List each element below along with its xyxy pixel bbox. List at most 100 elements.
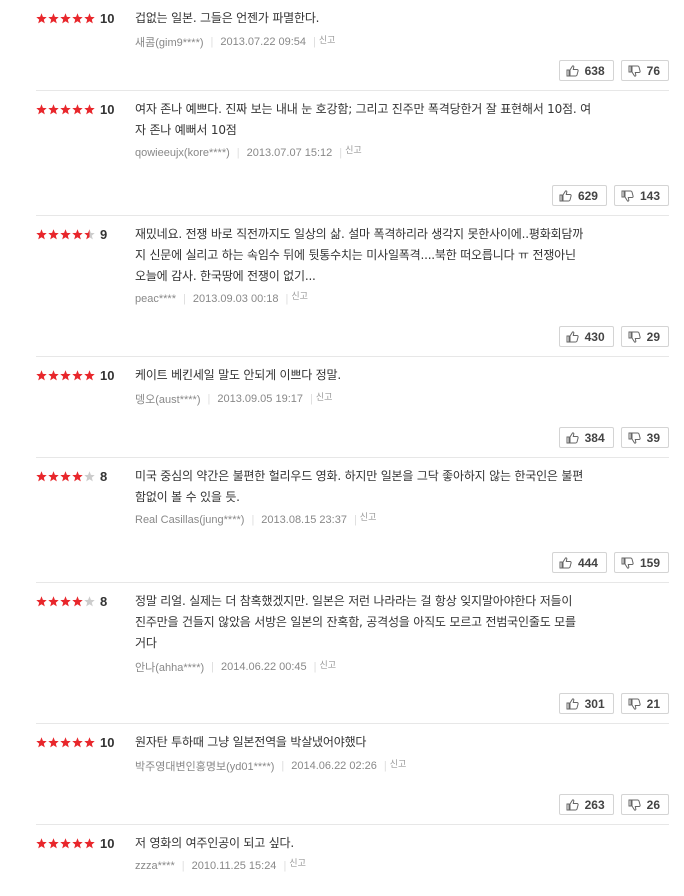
divider: | [339, 146, 343, 159]
review-text: 여자 존나 예쁘다. 진짜 보는 내내 눈 호강함; 그리고 진주만 폭격당한거… [135, 99, 635, 141]
review-text: 저 영화의 여주인공이 되고 싶다. [135, 833, 635, 854]
report-link[interactable]: 신고 [289, 856, 306, 869]
dislike-button[interactable]: 143 [613, 185, 669, 206]
like-button[interactable]: 430 [558, 326, 614, 347]
thumbs-up-icon [566, 798, 585, 811]
dislike-button[interactable]: 21 [620, 693, 669, 714]
star-filled-icon [36, 369, 47, 381]
like-button[interactable]: 444 [551, 552, 607, 573]
author-name[interactable]: qowieeujx(kore****) [135, 147, 230, 159]
dislike-button[interactable]: 26 [620, 794, 669, 815]
review-item: 10 원자탄 투하때 그냥 일본전역을 박살냈어야했다 박주영대변인홍명보(yd01… [36, 724, 669, 825]
thumbs-down-icon [628, 698, 647, 710]
star-rating [36, 369, 95, 381]
star-filled-icon [84, 369, 95, 381]
rating-score: 8 [100, 468, 108, 484]
star-filled-icon [72, 736, 83, 748]
rating-score: 10 [100, 101, 115, 117]
review-text: 미국 중심의 약간은 불편한 헐리우드 영화. 하지만 일본을 그닥 좋아하지 … [135, 466, 635, 508]
review-text: 겁없는 일본. 그들은 언젠가 파멸한다. [135, 8, 635, 29]
rating: 8 [36, 593, 107, 609]
review-item: 8 정말 리얼. 실제는 더 참혹했겠지만. 일본은 저런 나라라는 걸 항상 잊… [36, 583, 669, 724]
like-button[interactable]: 629 [551, 185, 607, 206]
report-link[interactable]: 신고 [319, 33, 336, 46]
report-link[interactable]: 신고 [390, 757, 407, 770]
divider: | [313, 36, 316, 48]
author-name[interactable]: Real Casillas(jung****) [135, 514, 244, 526]
author-name[interactable]: 뎅오(aust****) [135, 391, 200, 407]
review-meta: 안나(ahha****) | 2014.06.22 00:45 | 신고 [135, 659, 336, 675]
review-date: 2013.07.07 15:12 [246, 146, 333, 159]
divider: | [207, 393, 211, 405]
author-name[interactable]: 박주영대변인홍명보(yd01****) [135, 758, 274, 774]
report-link[interactable]: 신고 [320, 658, 337, 671]
thumbs-down-icon [628, 799, 647, 811]
author-name[interactable]: 안나(ahha****) [135, 659, 204, 675]
star-filled-icon [84, 837, 95, 849]
thumbs-down-icon [628, 432, 647, 444]
review-text-line: 거다 [135, 636, 157, 650]
star-filled-icon [36, 470, 47, 482]
dislike-button[interactable]: 159 [613, 552, 669, 573]
review-date: 2013.09.03 00:18 [192, 292, 279, 305]
thumbs-up-icon [566, 431, 585, 444]
star-filled-icon [60, 837, 71, 849]
divider: | [353, 513, 357, 526]
star-filled-icon [84, 12, 95, 24]
star-filled-icon [36, 736, 47, 748]
review-text-line: 겁없는 일본. 그들은 언젠가 파멸한다. [135, 11, 320, 25]
report-link[interactable]: 신고 [291, 289, 308, 302]
dislike-button[interactable]: 76 [620, 60, 669, 81]
report-link[interactable]: 신고 [345, 143, 362, 156]
review-meta: peac**** | 2013.09.03 00:18 | 신고 [135, 289, 308, 305]
review-date: 2014.06.22 02:26 [291, 760, 377, 772]
author-name[interactable]: zzza**** [135, 860, 175, 872]
review-item: 10 겁없는 일본. 그들은 언젠가 파멸한다. 새콤(gim9****) | 2013… [36, 0, 669, 91]
divider: | [313, 661, 317, 673]
review-meta: 뎅오(aust****) | 2013.09.05 19:17 | 신고 [135, 391, 332, 407]
star-filled-icon [60, 736, 71, 748]
rating-score: 10 [100, 367, 115, 383]
star-filled-icon [72, 369, 83, 381]
dislike-button[interactable]: 39 [620, 427, 669, 448]
review-text-line: 정말 리얼. 실제는 더 참혹했겠지만. 일본은 저런 나라라는 걸 항상 잊지… [135, 594, 573, 608]
thumbs-down-icon [621, 557, 640, 569]
star-filled-icon [60, 470, 71, 482]
like-button[interactable]: 384 [558, 427, 614, 448]
report-link[interactable]: 신고 [360, 510, 377, 523]
star-filled-icon [60, 595, 71, 607]
thumbs-down-icon [621, 190, 640, 202]
rating-score: 10 [100, 734, 115, 750]
review-text-line: 자 존나 예뻐서 10점 [135, 123, 237, 137]
like-count: 638 [584, 63, 605, 78]
star-filled-icon [48, 12, 59, 24]
star-filled-icon [72, 228, 83, 240]
like-count: 301 [584, 696, 605, 711]
thumbs-up-icon [559, 189, 578, 202]
star-filled-icon [60, 103, 71, 115]
author-name[interactable]: 새콤(gim9****) [135, 34, 204, 50]
dislike-button[interactable]: 29 [620, 326, 669, 347]
star-filled-icon [60, 369, 71, 381]
review-date: 2013.08.15 23:37 [261, 513, 347, 526]
like-button[interactable]: 638 [558, 60, 614, 81]
star-filled-icon [84, 736, 95, 748]
thumbs-down-icon [628, 65, 647, 77]
star-filled-icon [48, 736, 59, 748]
dislike-count: 26 [646, 797, 660, 812]
divider: | [383, 760, 387, 772]
like-button[interactable]: 301 [558, 693, 614, 714]
like-button[interactable]: 263 [558, 794, 614, 815]
thumbs-up-icon [566, 64, 585, 77]
report-link[interactable]: 신고 [316, 390, 333, 403]
rating-score: 9 [100, 226, 108, 242]
review-text-line: 미국 중심의 약간은 불편한 헐리우드 영화. 하지만 일본을 그닥 좋아하지 … [135, 469, 584, 483]
review-meta: 새콤(gim9****) | 2013.07.22 09:54 | 신고 [135, 34, 335, 50]
review-text-line: 함없이 볼 수 있을 듯. [135, 490, 240, 504]
rating-score: 10 [100, 835, 115, 851]
author-name[interactable]: peac**** [135, 293, 176, 305]
like-count: 444 [577, 555, 598, 570]
star-filled-icon [36, 103, 47, 115]
review-item: 10 저 영화의 여주인공이 되고 싶다. zzza**** | 2010.11.25 … [36, 825, 669, 896]
review-text-line: 케이트 베킨세일 말도 안되게 이쁘다 정말. [135, 368, 341, 382]
